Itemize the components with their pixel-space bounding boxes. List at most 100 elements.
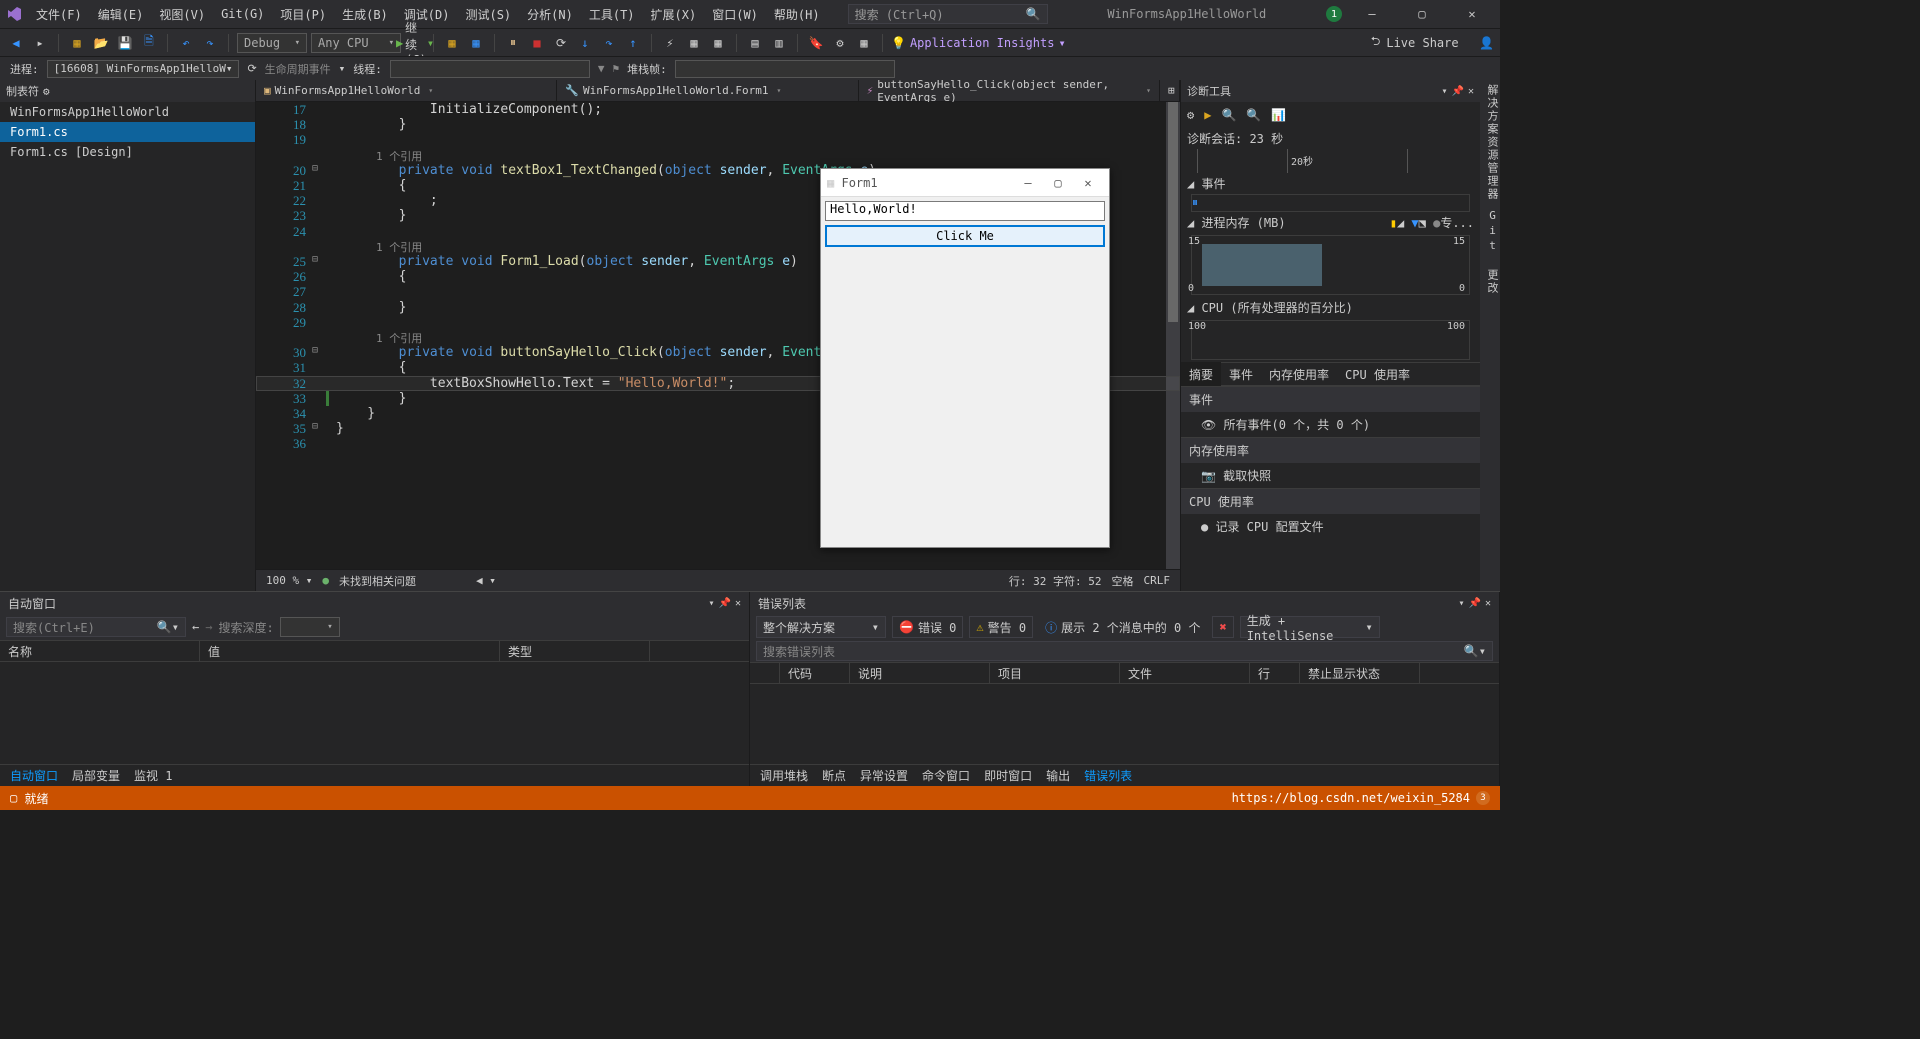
column-header[interactable]: 代码 xyxy=(780,663,850,683)
column-header[interactable]: 项目 xyxy=(990,663,1120,683)
tool-icon-c[interactable]: ⚙ xyxy=(830,33,850,53)
tool-icon-d[interactable]: ▦ xyxy=(854,33,874,53)
code-line[interactable]: } xyxy=(336,391,406,406)
panel-close-icon[interactable]: ✕ xyxy=(735,598,741,609)
code-line[interactable]: private void Form1_Load(object sender, E… xyxy=(336,254,798,269)
step-out-icon[interactable]: ↑ xyxy=(623,33,643,53)
menu-item[interactable]: 窗口(W) xyxy=(704,0,766,28)
document-tab[interactable]: Form1.cs [Design] xyxy=(0,142,255,162)
fold-icon[interactable]: ⊟ xyxy=(312,345,318,356)
nav-icon[interactable]: ◀ ▾ xyxy=(476,574,496,587)
warnings-filter[interactable]: ⚠警告 0 xyxy=(969,616,1033,638)
memory-graph-label[interactable]: ◢ 进程内存 (MB) ▮◢ ▼⬔ ●专... xyxy=(1181,212,1480,233)
pin-icon[interactable]: 📌 xyxy=(719,598,731,609)
panel-tab[interactable]: 局部变量 xyxy=(66,766,126,786)
bookmark-icon[interactable]: 🔖 xyxy=(806,33,826,53)
editor-scrollbar[interactable] xyxy=(1166,102,1180,569)
column-header[interactable]: 说明 xyxy=(850,663,990,683)
toggle-icon-5[interactable]: ▥ xyxy=(769,33,789,53)
new-icon[interactable]: ▦ xyxy=(67,33,87,53)
fold-icon[interactable]: ⊟ xyxy=(312,254,318,265)
column-header[interactable] xyxy=(750,663,780,683)
nav-fwd-icon[interactable]: → xyxy=(205,620,212,634)
redo-icon[interactable]: ↷ xyxy=(200,33,220,53)
config-combo[interactable]: Debug▾ xyxy=(237,33,307,53)
depth-combo[interactable]: ▾ xyxy=(280,617,340,637)
errorlist-search-input[interactable]: 搜索错误列表🔍▾ xyxy=(756,641,1493,661)
panel-tab[interactable]: 即时窗口 xyxy=(978,766,1038,786)
document-tab[interactable]: Form1.cs xyxy=(0,122,255,142)
zoom-combo[interactable]: 100 % ▾ xyxy=(266,574,312,587)
build-filter-icon[interactable]: ✖ xyxy=(1212,616,1233,638)
save-icon[interactable]: 💾 xyxy=(115,33,135,53)
code-line[interactable]: textBoxShowHello.Text = "Hello,World!"; xyxy=(336,376,735,391)
column-header[interactable]: 行 xyxy=(1250,663,1300,683)
errors-filter[interactable]: ⛔错误 0 xyxy=(892,616,963,638)
close-icon[interactable]: ✕ xyxy=(1073,176,1103,190)
zoom-out-icon[interactable]: 🔍 xyxy=(1246,108,1261,122)
column-header[interactable]: 类型 xyxy=(500,641,650,661)
events-graph-label[interactable]: ◢ 事件 xyxy=(1181,173,1480,194)
panel-menu-icon[interactable]: ▾ xyxy=(1458,598,1464,609)
diag-tab[interactable]: CPU 使用率 xyxy=(1337,362,1418,386)
collapsed-panels-rail[interactable]: 解决方案资源管理器 Git 更改 xyxy=(1480,80,1500,591)
zoom-in-icon[interactable]: 🔍 xyxy=(1221,108,1236,122)
nav-back-icon[interactable]: ◀ xyxy=(6,33,26,53)
toggle-icon-4[interactable]: ▤ xyxy=(745,33,765,53)
menu-item[interactable]: 生成(B) xyxy=(334,0,396,28)
click-me-button[interactable]: Click Me xyxy=(825,225,1105,247)
tool-icon-a[interactable]: ▦ xyxy=(442,33,462,53)
open-icon[interactable]: 📂 xyxy=(91,33,111,53)
breadcrumb-project[interactable]: ▣WinFormsApp1HelloWorld▾ xyxy=(256,80,557,102)
panel-close-icon[interactable]: ✕ xyxy=(1485,598,1491,609)
code-line[interactable]: } xyxy=(336,406,375,421)
code-line[interactable]: } xyxy=(336,208,406,223)
maximize-icon[interactable]: ▢ xyxy=(1043,176,1073,190)
save-all-icon[interactable]: 🗎 xyxy=(139,33,159,53)
status-badge[interactable]: 3 xyxy=(1476,791,1490,805)
panel-tab[interactable]: 自动窗口 xyxy=(4,766,64,786)
cpu-graph-label[interactable]: ◢ CPU (所有处理器的百分比) xyxy=(1181,297,1480,318)
code-line[interactable]: private void buttonSayHello_Click(object… xyxy=(336,345,876,360)
code-line[interactable]: } xyxy=(336,117,406,132)
live-share-button[interactable]: ⮌ Live Share 👤 xyxy=(1371,32,1494,53)
menu-item[interactable]: 帮助(H) xyxy=(766,0,828,28)
menu-item[interactable]: 编辑(E) xyxy=(90,0,152,28)
indent-mode[interactable]: 空格 xyxy=(1112,573,1134,589)
code-line[interactable]: private void textBox1_TextChanged(object… xyxy=(336,163,876,178)
running-form1-window[interactable]: ▦ Form1 ― ▢ ✕ Hello,World! Click Me xyxy=(820,168,1110,548)
restart-icon[interactable]: ⟳ xyxy=(551,33,571,53)
minimize-icon[interactable]: ― xyxy=(1013,176,1043,190)
diag-item-snapshot[interactable]: 📷 截取快照 xyxy=(1181,463,1480,488)
menu-item[interactable]: Git(G) xyxy=(213,0,272,28)
code-line[interactable]: } xyxy=(336,300,406,315)
maximize-icon[interactable]: ▢ xyxy=(1402,0,1442,28)
column-header[interactable]: 值 xyxy=(200,641,500,661)
reset-zoom-icon[interactable]: 📊 xyxy=(1271,108,1286,122)
diag-item-cpu[interactable]: ● 记录 CPU 配置文件 xyxy=(1181,514,1480,539)
code-line[interactable]: { xyxy=(336,360,406,375)
panel-menu-icon[interactable]: ▾ xyxy=(1441,86,1447,97)
code-lens[interactable]: 1 个引用 xyxy=(376,148,422,164)
diag-tab[interactable]: 内存使用率 xyxy=(1261,362,1337,386)
code-lens[interactable]: 1 个引用 xyxy=(376,239,422,255)
textbox-show-hello[interactable]: Hello,World! xyxy=(825,201,1105,221)
fold-icon[interactable]: ⊟ xyxy=(312,421,318,432)
toggle-icon-1[interactable]: ⚡ xyxy=(660,33,680,53)
code-lens[interactable]: 1 个引用 xyxy=(376,330,422,346)
breadcrumb-class[interactable]: 🔧WinFormsApp1HelloWorld.Form1▾ xyxy=(557,80,858,102)
diag-tab[interactable]: 事件 xyxy=(1221,362,1261,386)
step-into-icon[interactable]: ↓ xyxy=(575,33,595,53)
quick-search-box[interactable]: 搜索 (Ctrl+Q) 🔍 xyxy=(848,4,1048,24)
panel-menu-icon[interactable]: ▾ xyxy=(708,598,714,609)
gear-icon[interactable]: ⚙ xyxy=(43,85,50,98)
nav-fwd-icon[interactable]: ▸ xyxy=(30,33,50,53)
filter-icon[interactable]: ▼ xyxy=(598,62,605,75)
document-tab[interactable]: WinFormsApp1HelloWorld xyxy=(0,102,255,122)
minimize-icon[interactable]: ― xyxy=(1352,0,1392,28)
pin-icon[interactable]: 📌 xyxy=(1469,598,1481,609)
lifecycle-icon[interactable]: ⟳ xyxy=(247,62,256,75)
code-line[interactable]: ; xyxy=(336,193,438,208)
menu-item[interactable]: 扩展(X) xyxy=(643,0,705,28)
solution-explorer-tab[interactable]: 解决方案资源管理器 xyxy=(1480,84,1500,201)
